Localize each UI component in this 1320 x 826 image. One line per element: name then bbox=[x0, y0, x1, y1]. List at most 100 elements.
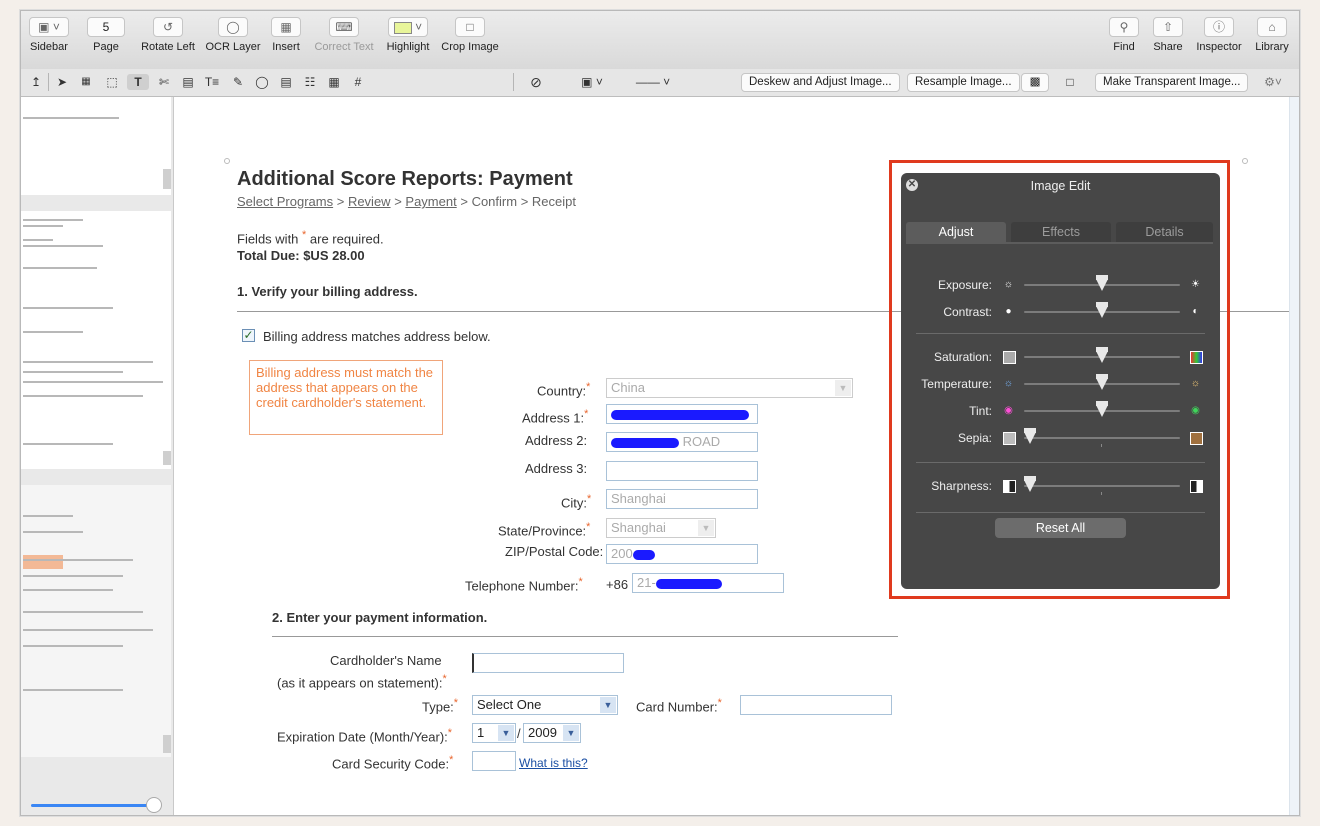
share-button[interactable]: ⇧ Share bbox=[1151, 17, 1185, 53]
tab-adjust[interactable]: Adjust bbox=[906, 222, 1006, 242]
address3-field[interactable] bbox=[606, 461, 758, 481]
sharpness-slider[interactable] bbox=[1024, 485, 1180, 487]
thumbnail-size-slider[interactable] bbox=[31, 804, 155, 807]
resample-button[interactable]: Resample Image... bbox=[907, 73, 1020, 92]
scissors-tool-icon[interactable]: ✄ bbox=[155, 74, 173, 90]
thumbnail-page-3-selected[interactable] bbox=[21, 485, 171, 757]
tint-row: Tint: ◉ ◉ bbox=[901, 401, 1220, 419]
panel-tabs: Adjust Effects Details bbox=[906, 222, 1213, 242]
state-select[interactable]: Shanghai ▼ bbox=[606, 518, 716, 538]
crop-tool-icon[interactable]: □ bbox=[1061, 74, 1079, 90]
find-button[interactable]: ⚲ Find bbox=[1109, 17, 1139, 53]
form-tool-icon[interactable]: ▦ bbox=[325, 74, 343, 90]
what-is-this-link[interactable]: What is this? bbox=[519, 756, 588, 770]
sharpness-label: Sharpness: bbox=[931, 479, 992, 493]
country-select[interactable]: China ▼ bbox=[606, 378, 853, 398]
deskew-button[interactable]: Deskew and Adjust Image... bbox=[741, 73, 900, 92]
inspector-button[interactable]: ⓘ Inspector bbox=[1194, 17, 1244, 53]
sepia-label: Sepia: bbox=[957, 431, 992, 445]
phone-field[interactable]: 21- bbox=[632, 573, 784, 593]
phone-label-text: Telephone Number: bbox=[465, 578, 579, 594]
state-label-text: State/Province: bbox=[498, 523, 587, 539]
crumb-separator: > bbox=[394, 194, 402, 209]
sidebar-toggle[interactable]: ▣ ˅ Sidebar bbox=[27, 17, 71, 53]
speech-bubble-icon[interactable]: ◯ bbox=[253, 74, 271, 90]
sharpness-knob[interactable] bbox=[1024, 476, 1036, 492]
note-tool-icon[interactable]: ▤ bbox=[277, 74, 295, 90]
page-number-field[interactable]: 5 bbox=[87, 17, 125, 37]
address1-field[interactable] bbox=[606, 404, 758, 424]
country-label: Country:* bbox=[537, 381, 590, 398]
contrast-label: Contrast: bbox=[943, 305, 992, 319]
chevron-down-icon: ▼ bbox=[563, 725, 579, 741]
page-thumbnails-sidebar[interactable] bbox=[21, 97, 174, 815]
list-tool-icon[interactable]: ☷ bbox=[301, 74, 319, 90]
no-fill-icon[interactable]: ⊘ bbox=[527, 74, 545, 90]
card-number-field[interactable] bbox=[740, 695, 892, 715]
phone-value: 21- bbox=[637, 575, 656, 590]
cardholder-name-field[interactable] bbox=[472, 653, 624, 673]
tab-details[interactable]: Details bbox=[1116, 222, 1213, 242]
thumbnail-size-knob[interactable] bbox=[146, 797, 162, 813]
grid-tool-icon[interactable]: # bbox=[349, 74, 367, 90]
thumbnail-page-1[interactable] bbox=[21, 97, 171, 195]
border-style-icon[interactable]: ▣ ˅ bbox=[577, 74, 607, 90]
stamp-tool-icon[interactable]: ▤ bbox=[179, 74, 197, 90]
temperature-label: Temperature: bbox=[921, 377, 992, 391]
gear-icon[interactable]: ⚙˅ bbox=[1261, 74, 1285, 90]
text-box-tool-icon[interactable]: T≡ bbox=[203, 74, 221, 90]
required-asterisk: * bbox=[584, 408, 589, 420]
section-payment-heading: 2. Enter your payment information. bbox=[272, 610, 488, 625]
sidebar-label: Sidebar bbox=[30, 41, 68, 53]
insert-label: Insert bbox=[272, 41, 300, 53]
histogram-icon[interactable]: ▩ bbox=[1021, 73, 1049, 92]
billing-match-checkbox[interactable]: ✓ bbox=[242, 329, 255, 342]
required-asterisk: * bbox=[447, 727, 452, 739]
exp-month-value: 1 bbox=[477, 725, 485, 740]
line-style-icon[interactable]: —— ˅ bbox=[631, 74, 675, 90]
card-type-select[interactable]: Select One ▼ bbox=[472, 695, 618, 715]
correct-text-button[interactable]: ⌨ Correct Text bbox=[311, 17, 377, 53]
crumb-payment[interactable]: Payment bbox=[405, 194, 456, 209]
library-button[interactable]: ⌂ Library bbox=[1252, 17, 1292, 53]
security-code-field[interactable] bbox=[472, 751, 516, 771]
sharpness-low-icon bbox=[1003, 480, 1016, 493]
address3-label: Address 3: bbox=[525, 461, 588, 476]
rotate-left-button[interactable]: ↺ Rotate Left bbox=[137, 17, 199, 53]
ocr-layer-label: OCR Layer bbox=[205, 41, 261, 53]
sepia-slider[interactable] bbox=[1024, 437, 1180, 439]
rect-select-tool-icon[interactable]: ⬚ bbox=[103, 74, 121, 90]
exp-year-select[interactable]: 2009 ▼ bbox=[523, 723, 581, 743]
city-field[interactable]: Shanghai bbox=[606, 489, 758, 509]
saturation-high-icon bbox=[1190, 351, 1203, 364]
sidebar-icon[interactable]: ▣ ˅ bbox=[29, 17, 69, 37]
zip-field[interactable]: 200 bbox=[606, 544, 758, 564]
tint-knob[interactable] bbox=[1096, 401, 1108, 417]
ocr-layer-button[interactable]: ◯ OCR Layer bbox=[205, 17, 261, 53]
security-code-label-text: Card Security Code: bbox=[332, 756, 450, 772]
temperature-knob[interactable] bbox=[1096, 374, 1108, 390]
pencil-tool-icon[interactable]: ✎ bbox=[229, 74, 247, 90]
reset-all-button[interactable]: Reset All bbox=[995, 518, 1126, 538]
tab-effects[interactable]: Effects bbox=[1011, 222, 1111, 242]
text-area-tool-icon[interactable]: ▦ bbox=[77, 74, 95, 90]
saturation-knob[interactable] bbox=[1096, 347, 1108, 363]
sepia-knob[interactable] bbox=[1024, 428, 1036, 444]
contrast-knob[interactable] bbox=[1096, 302, 1108, 318]
crop-image-button[interactable]: □ Crop Image bbox=[439, 17, 501, 53]
select-text-tool-icon[interactable]: ↥ bbox=[29, 74, 43, 90]
sepia-low-icon bbox=[1003, 432, 1016, 445]
insert-button[interactable]: ▦ Insert bbox=[269, 17, 303, 53]
arrow-tool-icon[interactable]: ➤ bbox=[55, 74, 69, 90]
exposure-knob[interactable] bbox=[1096, 275, 1108, 291]
text-tool-icon[interactable]: T bbox=[127, 74, 149, 90]
page-control[interactable]: 5 Page bbox=[84, 17, 128, 53]
crumb-review[interactable]: Review bbox=[348, 194, 391, 209]
make-transparent-button[interactable]: Make Transparent Image... bbox=[1095, 73, 1249, 92]
crumb-select-programs[interactable]: Select Programs bbox=[237, 194, 333, 209]
exp-month-select[interactable]: 1 ▼ bbox=[472, 723, 516, 743]
address2-field[interactable]: ROAD bbox=[606, 432, 758, 452]
document-scrollbar[interactable] bbox=[1289, 97, 1299, 815]
thumbnail-page-2[interactable] bbox=[21, 211, 171, 469]
highlight-button[interactable]: ˅ Highlight bbox=[383, 17, 433, 53]
